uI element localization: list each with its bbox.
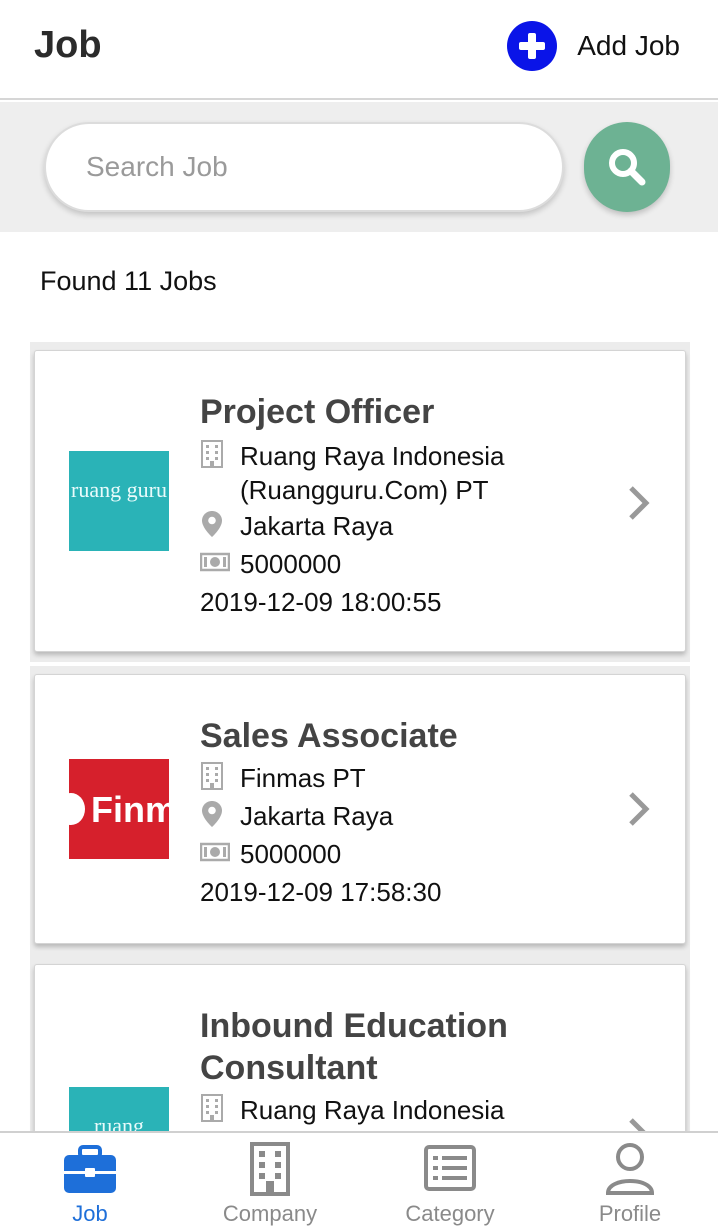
location-pin-icon bbox=[200, 509, 224, 539]
search-icon bbox=[609, 149, 646, 186]
search-bar bbox=[0, 102, 718, 232]
job-title: Project Officer bbox=[200, 393, 435, 431]
page-title: Job bbox=[34, 24, 102, 66]
search-input[interactable] bbox=[44, 122, 564, 212]
search-button[interactable] bbox=[584, 122, 670, 212]
company-row: Finmas PT bbox=[200, 761, 540, 795]
location-row: Jakarta Raya bbox=[200, 509, 540, 543]
job-list-screen: Job Add Job Found 11 Jobs ruang guru Pro… bbox=[0, 0, 718, 1228]
job-card[interactable]: Finma Sales Associate Finmas PT Jakarta … bbox=[34, 674, 686, 944]
nav-label: Profile bbox=[598, 1201, 662, 1226]
salary-row: 5000000 bbox=[200, 547, 540, 581]
nav-item-profile[interactable]: Profile bbox=[540, 1133, 718, 1228]
results-count: Found 11 Jobs bbox=[40, 266, 217, 296]
nav-label: Job bbox=[72, 1201, 108, 1226]
company-logo: ruang guru bbox=[69, 451, 169, 551]
money-icon bbox=[200, 837, 230, 867]
company-row: Ruang Raya Indonesia (Ruangguru.Com) PT bbox=[200, 439, 540, 507]
list-icon bbox=[424, 1145, 476, 1191]
location: Jakarta Raya bbox=[240, 511, 394, 541]
location-pin-icon bbox=[200, 799, 224, 829]
bottom-navigation: Job Company Category Profile bbox=[0, 1131, 718, 1228]
briefcase-icon bbox=[64, 1145, 116, 1193]
logo-text: ruang guru bbox=[71, 477, 167, 502]
company-name: Ruang Raya Indonesia bbox=[240, 1095, 505, 1125]
salary: 5000000 bbox=[240, 839, 342, 869]
salary: 5000000 bbox=[240, 549, 342, 579]
posted-date: 2019-12-09 18:00:55 bbox=[200, 587, 442, 617]
building-icon bbox=[200, 761, 224, 791]
add-job-label: Add Job bbox=[577, 30, 680, 61]
building-icon bbox=[200, 1093, 224, 1123]
company-name: Ruang Raya Indonesia (Ruangguru.Com) PT bbox=[240, 441, 505, 505]
nav-item-job[interactable]: Job bbox=[0, 1133, 180, 1228]
logo-text: Finma bbox=[91, 789, 169, 830]
job-card[interactable]: ruang guru Project Officer Ruang Raya In… bbox=[34, 350, 686, 652]
plus-circle-icon[interactable] bbox=[507, 21, 558, 71]
posted-date: 2019-12-09 17:58:30 bbox=[200, 877, 442, 907]
job-title: Sales Associate bbox=[200, 717, 458, 755]
nav-item-category[interactable]: Category bbox=[360, 1133, 540, 1228]
building-icon bbox=[250, 1142, 290, 1196]
nav-label: Category bbox=[405, 1201, 495, 1226]
chevron-right-icon bbox=[629, 486, 650, 520]
salary-row: 5000000 bbox=[200, 837, 540, 871]
chevron-right-icon bbox=[629, 792, 650, 826]
company-logo: Finma bbox=[69, 759, 169, 859]
building-icon bbox=[200, 439, 224, 469]
nav-item-company[interactable]: Company bbox=[180, 1133, 360, 1228]
app-header: Job Add Job bbox=[0, 0, 718, 100]
location-row: Jakarta Raya bbox=[200, 799, 540, 833]
nav-label: Company bbox=[222, 1201, 318, 1226]
logo-dot bbox=[69, 793, 85, 825]
person-icon bbox=[605, 1143, 655, 1195]
add-job-button[interactable]: Add Job bbox=[507, 20, 680, 72]
money-icon bbox=[200, 547, 230, 577]
location: Jakarta Raya bbox=[240, 801, 394, 831]
company-name: Finmas PT bbox=[240, 763, 366, 793]
company-row: Ruang Raya Indonesia bbox=[200, 1093, 540, 1127]
job-title: Inbound Education Consultant bbox=[200, 1007, 508, 1087]
